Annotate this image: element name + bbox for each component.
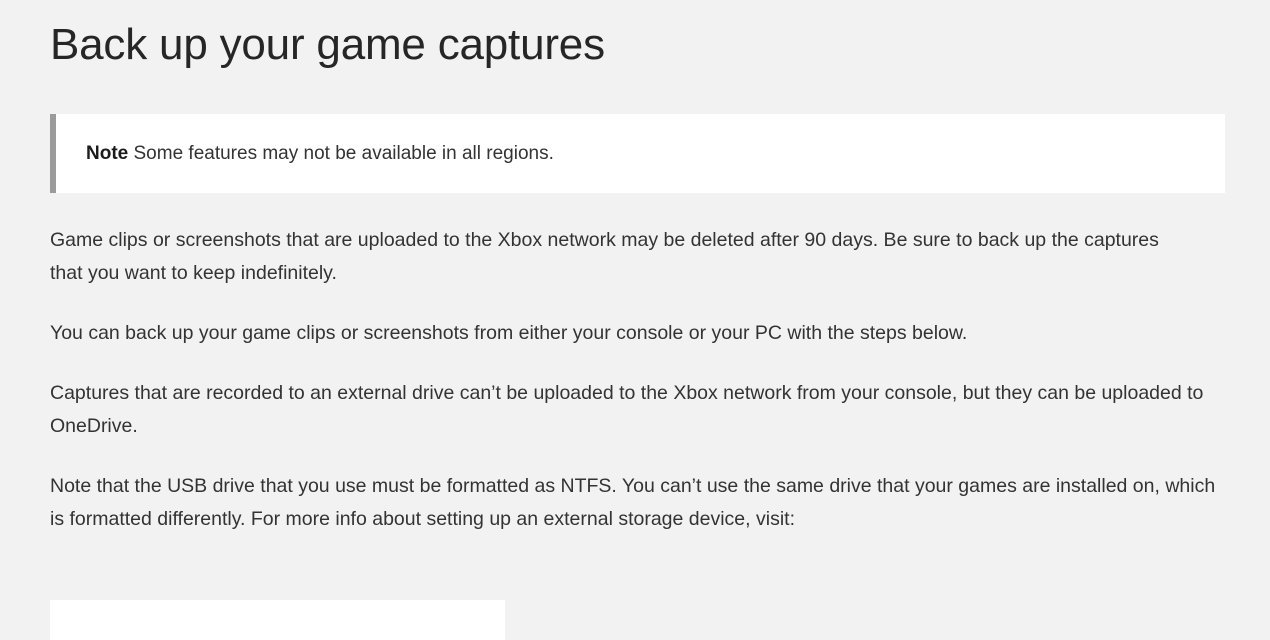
article-content: Back up your game captures xyxy=(50,0,1225,71)
paragraph-backup-options: You can back up your game clips or scree… xyxy=(50,322,968,344)
note-text: Note Some features may not be available … xyxy=(50,141,574,167)
help-article-page: Back up your game captures Note Some fea… xyxy=(0,0,1270,640)
note-callout: Note Some features may not be available … xyxy=(50,114,1225,193)
note-label: Note xyxy=(86,143,129,164)
linked-card-partial[interactable] xyxy=(50,600,505,640)
paragraph-external-drive: Captures that are recorded to an externa… xyxy=(50,382,1204,437)
note-accent-bar xyxy=(50,114,56,193)
note-message: Some features may not be available in al… xyxy=(128,143,554,164)
article-body: Game clips or screenshots that are uploa… xyxy=(50,224,1230,536)
paragraph-retention-policy: Game clips or screenshots that are uploa… xyxy=(50,229,1159,284)
page-title: Back up your game captures xyxy=(50,20,605,69)
paragraph-usb-ntfs: Note that the USB drive that you use mus… xyxy=(50,475,1216,530)
